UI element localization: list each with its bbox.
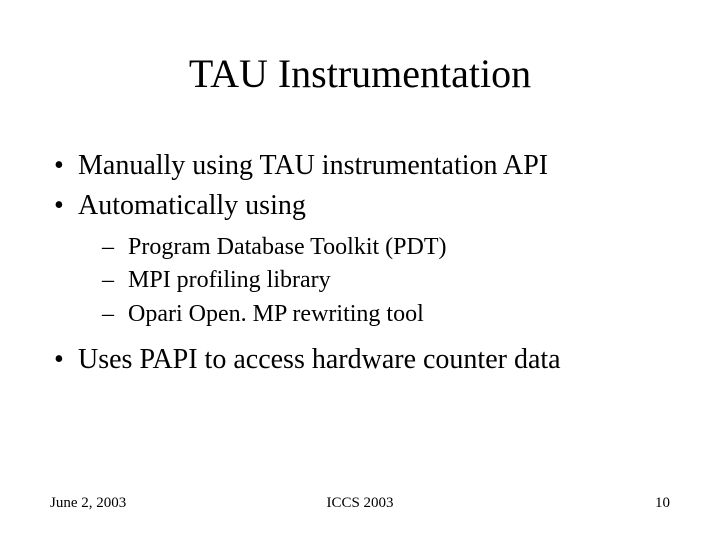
list-item: Automatically using bbox=[50, 187, 670, 225]
slide-footer: June 2, 2003 ICCS 2003 10 bbox=[50, 495, 670, 512]
list-item: Opari Open. MP rewriting tool bbox=[50, 298, 670, 332]
footer-venue: ICCS 2003 bbox=[257, 495, 464, 512]
slide-title: TAU Instrumentation bbox=[50, 50, 670, 97]
list-item: Manually using TAU instrumentation API bbox=[50, 147, 670, 185]
bullet-list: Manually using TAU instrumentation API A… bbox=[50, 147, 670, 225]
list-item: MPI profiling library bbox=[50, 264, 670, 298]
footer-page-number: 10 bbox=[463, 495, 670, 512]
sub-bullet-list: Program Database Toolkit (PDT) MPI profi… bbox=[50, 231, 670, 332]
list-item: Program Database Toolkit (PDT) bbox=[50, 231, 670, 265]
list-item: Uses PAPI to access hardware counter dat… bbox=[50, 341, 670, 379]
footer-date: June 2, 2003 bbox=[50, 495, 257, 512]
bullet-list: Uses PAPI to access hardware counter dat… bbox=[50, 341, 670, 379]
